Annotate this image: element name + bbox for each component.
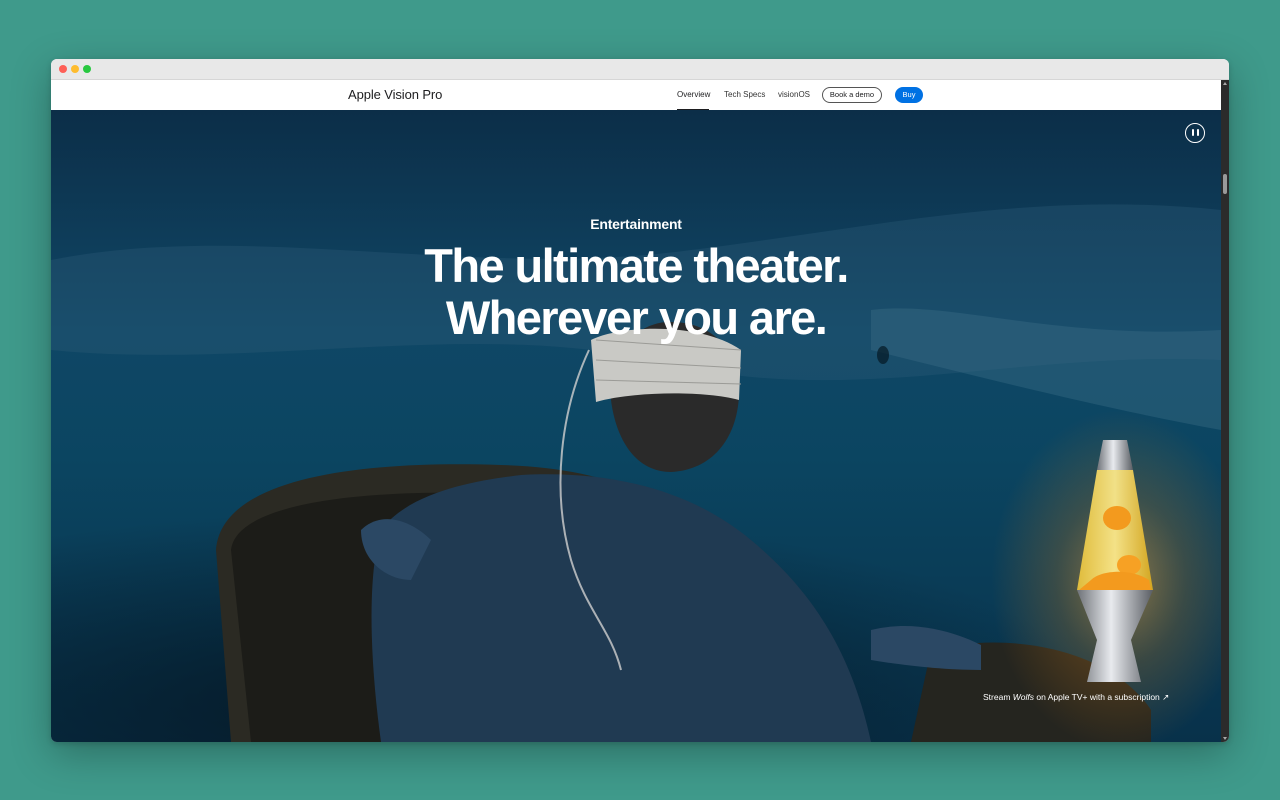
scroll-thumb[interactable]	[1223, 174, 1227, 194]
pause-icon	[1192, 129, 1194, 136]
caption-show-title: Wolfs	[1012, 692, 1035, 702]
buy-button[interactable]: Buy	[895, 87, 923, 103]
zoom-window-button[interactable]	[83, 65, 91, 73]
hero-headline: The ultimate theater. Wherever you are.	[51, 240, 1221, 344]
pause-button[interactable]	[1185, 123, 1205, 143]
minimize-window-button[interactable]	[71, 65, 79, 73]
nav-link-tech-specs[interactable]: Tech Specs	[724, 90, 765, 99]
scroll-up-arrow-icon[interactable]	[1223, 82, 1227, 85]
product-title[interactable]: Apple Vision Pro	[348, 87, 442, 102]
headline-line-1: The ultimate theater.	[424, 239, 849, 292]
title-bar	[51, 59, 1229, 80]
caption-suffix: on Apple TV+ with a subscription ↗	[1034, 692, 1170, 702]
scroll-down-arrow-icon[interactable]	[1223, 737, 1227, 740]
hero-scene-image	[51, 204, 1221, 742]
pause-icon-bar	[1196, 129, 1199, 136]
headline-line-2: Wherever you are.	[445, 291, 828, 344]
product-nav-bar: Apple Vision Pro Overview Tech Specs vis…	[51, 80, 1221, 111]
vertical-scrollbar[interactable]	[1221, 80, 1229, 742]
caption-prefix: Stream	[983, 692, 1013, 702]
stream-caption-link[interactable]: Stream Wolfs on Apple TV+ with a subscri…	[983, 692, 1169, 703]
book-demo-button[interactable]: Book a demo	[822, 87, 882, 103]
nav-link-overview[interactable]: Overview	[677, 90, 710, 99]
browser-window: Apple Vision Pro Overview Tech Specs vis…	[51, 59, 1229, 742]
hero-video: Entertainment The ultimate theater. Wher…	[51, 110, 1221, 742]
close-window-button[interactable]	[59, 65, 67, 73]
nav-link-visionos[interactable]: visionOS	[778, 90, 810, 99]
section-eyebrow: Entertainment	[590, 216, 682, 232]
